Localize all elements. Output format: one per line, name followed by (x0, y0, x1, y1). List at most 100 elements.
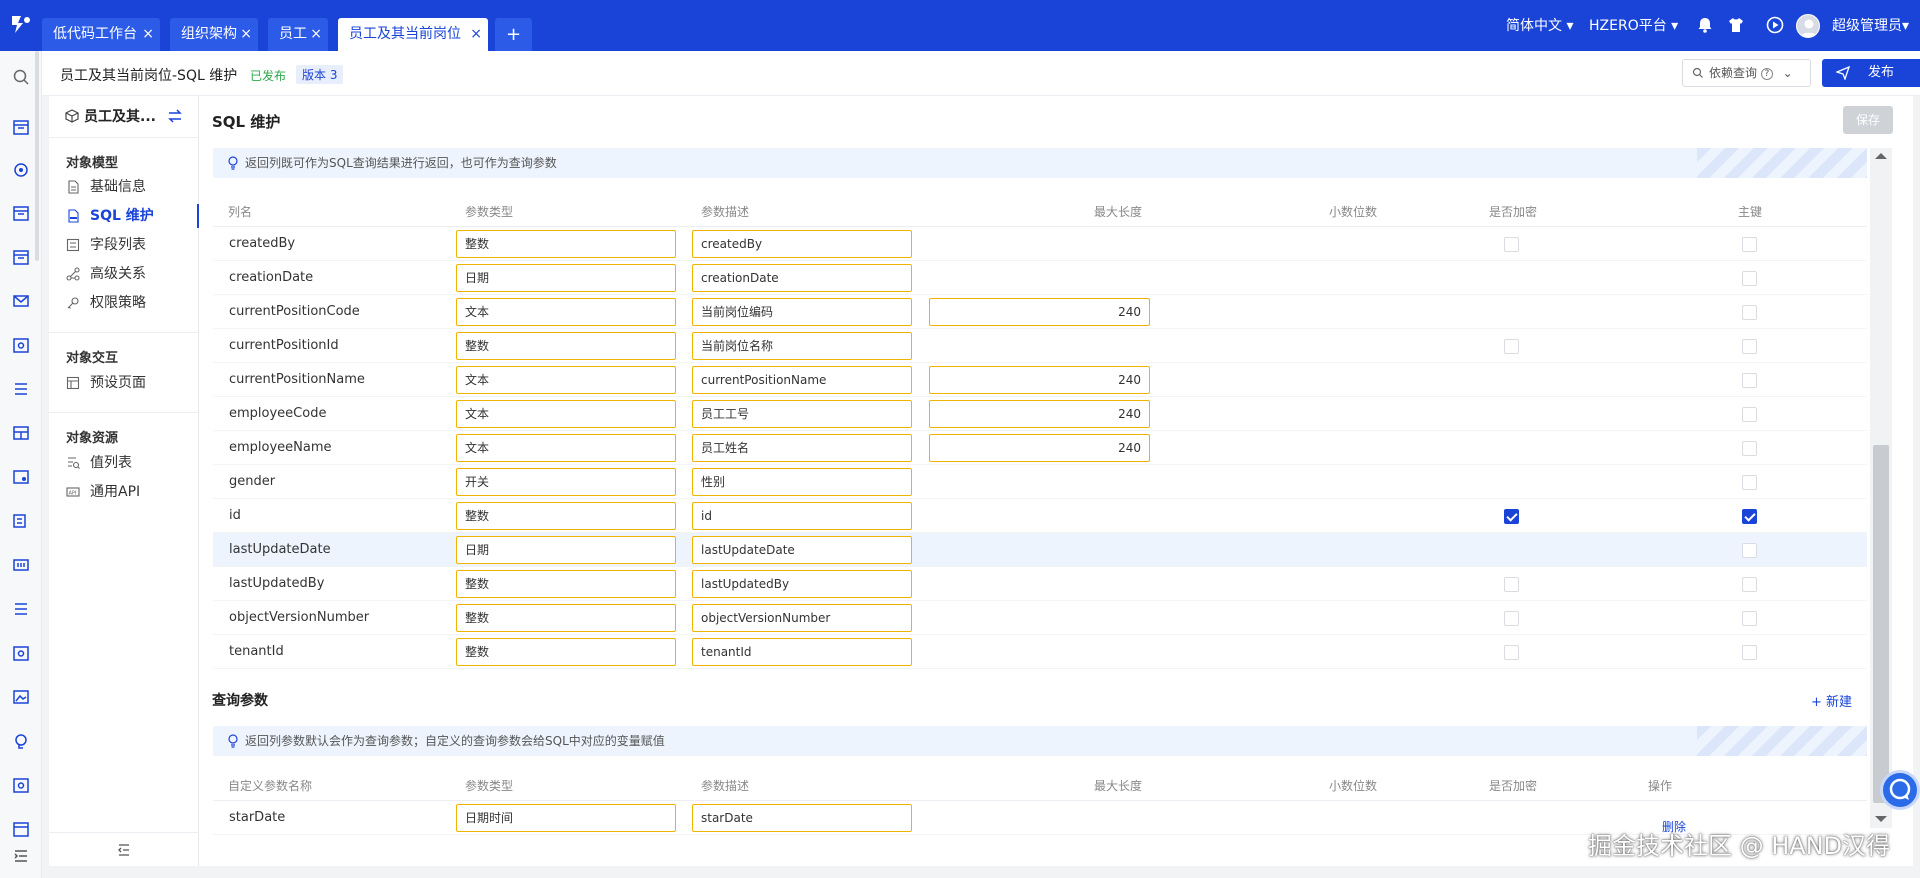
primary-key-checkbox[interactable] (1742, 271, 1757, 286)
param-type-select[interactable]: 文本 (456, 400, 676, 428)
primary-key-checkbox[interactable] (1742, 509, 1757, 524)
param-type-select[interactable]: 整数 (456, 638, 676, 666)
shirt-icon[interactable] (1727, 16, 1745, 34)
param-desc-input[interactable]: lastUpdatedBy (692, 570, 912, 598)
switch-icon[interactable] (167, 109, 183, 123)
nav-item-generic-api[interactable]: API 通用API (49, 480, 199, 504)
search-icon[interactable] (11, 67, 31, 87)
primary-key-checkbox[interactable] (1742, 611, 1757, 626)
collapse-icon[interactable] (117, 843, 131, 857)
tab-employee-position[interactable]: 员工及其当前岗位 × (338, 18, 488, 51)
network-icon[interactable] (11, 160, 31, 180)
encrypt-checkbox[interactable] (1504, 577, 1519, 592)
param-type-select[interactable]: 整数 (456, 570, 676, 598)
param-desc-input[interactable]: currentPositionName (692, 366, 912, 394)
settings-box-icon[interactable] (11, 335, 31, 355)
primary-key-checkbox[interactable] (1742, 475, 1757, 490)
nav-item-advanced-relations[interactable]: 高级关系 (49, 262, 199, 286)
nav-item-permission-policy[interactable]: 权限策略 (49, 291, 199, 315)
form-icon[interactable] (11, 511, 31, 531)
param-desc-input[interactable]: 员工姓名 (692, 434, 912, 462)
tab-employee[interactable]: 员工 × (268, 18, 328, 51)
param-type-select[interactable]: 日期 (456, 536, 676, 564)
user-menu[interactable]: 超级管理员▾ (1832, 15, 1909, 35)
primary-key-checkbox[interactable] (1742, 237, 1757, 252)
param-type-select[interactable]: 日期时间 (456, 804, 676, 832)
param-desc-input[interactable]: starDate (692, 804, 912, 832)
max-length-input[interactable]: 240 (929, 400, 1150, 428)
param-desc-input[interactable]: id (692, 502, 912, 530)
nav-item-field-list[interactable]: 字段列表 (49, 233, 199, 257)
primary-key-checkbox[interactable] (1742, 407, 1757, 422)
list-icon[interactable] (11, 599, 31, 619)
param-desc-input[interactable]: 当前岗位编码 (692, 298, 912, 326)
param-type-select[interactable]: 整数 (456, 230, 676, 258)
avatar[interactable] (1796, 14, 1820, 38)
window-icon[interactable] (11, 467, 31, 487)
primary-key-checkbox[interactable] (1742, 441, 1757, 456)
param-type-select[interactable]: 开关 (456, 468, 676, 496)
max-length-input[interactable]: 240 (929, 434, 1150, 462)
param-desc-input[interactable]: objectVersionNumber (692, 604, 912, 632)
encrypt-checkbox[interactable] (1504, 237, 1519, 252)
param-desc-input[interactable]: 性别 (692, 468, 912, 496)
param-type-select[interactable]: 文本 (456, 366, 676, 394)
main-scrollbar[interactable] (1870, 148, 1892, 828)
param-type-select[interactable]: 整数 (456, 502, 676, 530)
calendar-icon[interactable] (11, 117, 31, 137)
primary-key-checkbox[interactable] (1742, 577, 1757, 592)
image-icon[interactable] (11, 687, 31, 707)
mail-icon[interactable] (11, 291, 31, 311)
nav-item-value-list[interactable]: 值列表 (49, 451, 199, 475)
max-length-input[interactable]: 240 (929, 366, 1150, 394)
grid-icon[interactable] (11, 555, 31, 575)
encrypt-checkbox[interactable] (1504, 509, 1519, 524)
param-type-select[interactable]: 文本 (456, 434, 676, 462)
encrypt-checkbox[interactable] (1504, 339, 1519, 354)
param-type-select[interactable]: 文本 (456, 298, 676, 326)
table-icon[interactable] (11, 423, 31, 443)
primary-key-checkbox[interactable] (1742, 543, 1757, 558)
tab-close-icon[interactable]: × (310, 18, 322, 51)
param-desc-input[interactable]: creationDate (692, 264, 912, 292)
settings-box-icon[interactable] (11, 643, 31, 663)
calendar-icon[interactable] (11, 203, 31, 223)
play-circle-icon[interactable] (1766, 16, 1784, 34)
brain-icon[interactable] (11, 731, 31, 751)
param-desc-input[interactable]: 员工工号 (692, 400, 912, 428)
list-icon[interactable] (11, 379, 31, 399)
tab-lowcode-workbench[interactable]: 低代码工作台 × (42, 18, 160, 51)
param-desc-input[interactable]: createdBy (692, 230, 912, 258)
tab-close-icon[interactable]: × (240, 18, 252, 51)
encrypt-checkbox[interactable] (1504, 645, 1519, 660)
bell-icon[interactable] (1696, 16, 1714, 34)
calendar-icon[interactable] (11, 819, 31, 839)
scroll-down-icon[interactable] (1875, 816, 1887, 822)
dependency-query-select[interactable]: 依赖查询 ? ⌄ (1682, 59, 1811, 87)
app-logo-icon[interactable] (9, 12, 33, 36)
tab-close-icon[interactable]: × (470, 18, 482, 51)
primary-key-checkbox[interactable] (1742, 373, 1757, 388)
calendar-icon[interactable] (11, 247, 31, 267)
scrollbar-thumb[interactable] (1873, 445, 1889, 803)
param-desc-input[interactable]: 当前岗位名称 (692, 332, 912, 360)
param-type-select[interactable]: 整数 (456, 604, 676, 632)
add-tab-button[interactable]: + (495, 18, 532, 51)
nav-item-sql-maintenance[interactable]: SQL 维护 (49, 204, 199, 228)
encrypt-checkbox[interactable] (1504, 611, 1519, 626)
menu-collapse-icon[interactable] (11, 846, 31, 866)
settings-box-icon[interactable] (11, 775, 31, 795)
language-select[interactable]: 简体中文 ▾ (1506, 15, 1573, 35)
nav-item-basic-info[interactable]: 基础信息 (49, 175, 199, 199)
param-type-select[interactable]: 日期 (456, 264, 676, 292)
tab-close-icon[interactable]: × (142, 18, 154, 51)
nav-item-preset-page[interactable]: 预设页面 (49, 371, 199, 395)
publish-button[interactable]: 发布 ▾ (1822, 59, 1920, 87)
rail-scrollbar[interactable] (35, 51, 39, 261)
param-type-select[interactable]: 整数 (456, 332, 676, 360)
primary-key-checkbox[interactable] (1742, 305, 1757, 320)
new-query-param-button[interactable]: + 新建 (1811, 691, 1852, 710)
max-length-input[interactable]: 240 (929, 298, 1150, 326)
primary-key-checkbox[interactable] (1742, 339, 1757, 354)
param-desc-input[interactable]: tenantId (692, 638, 912, 666)
